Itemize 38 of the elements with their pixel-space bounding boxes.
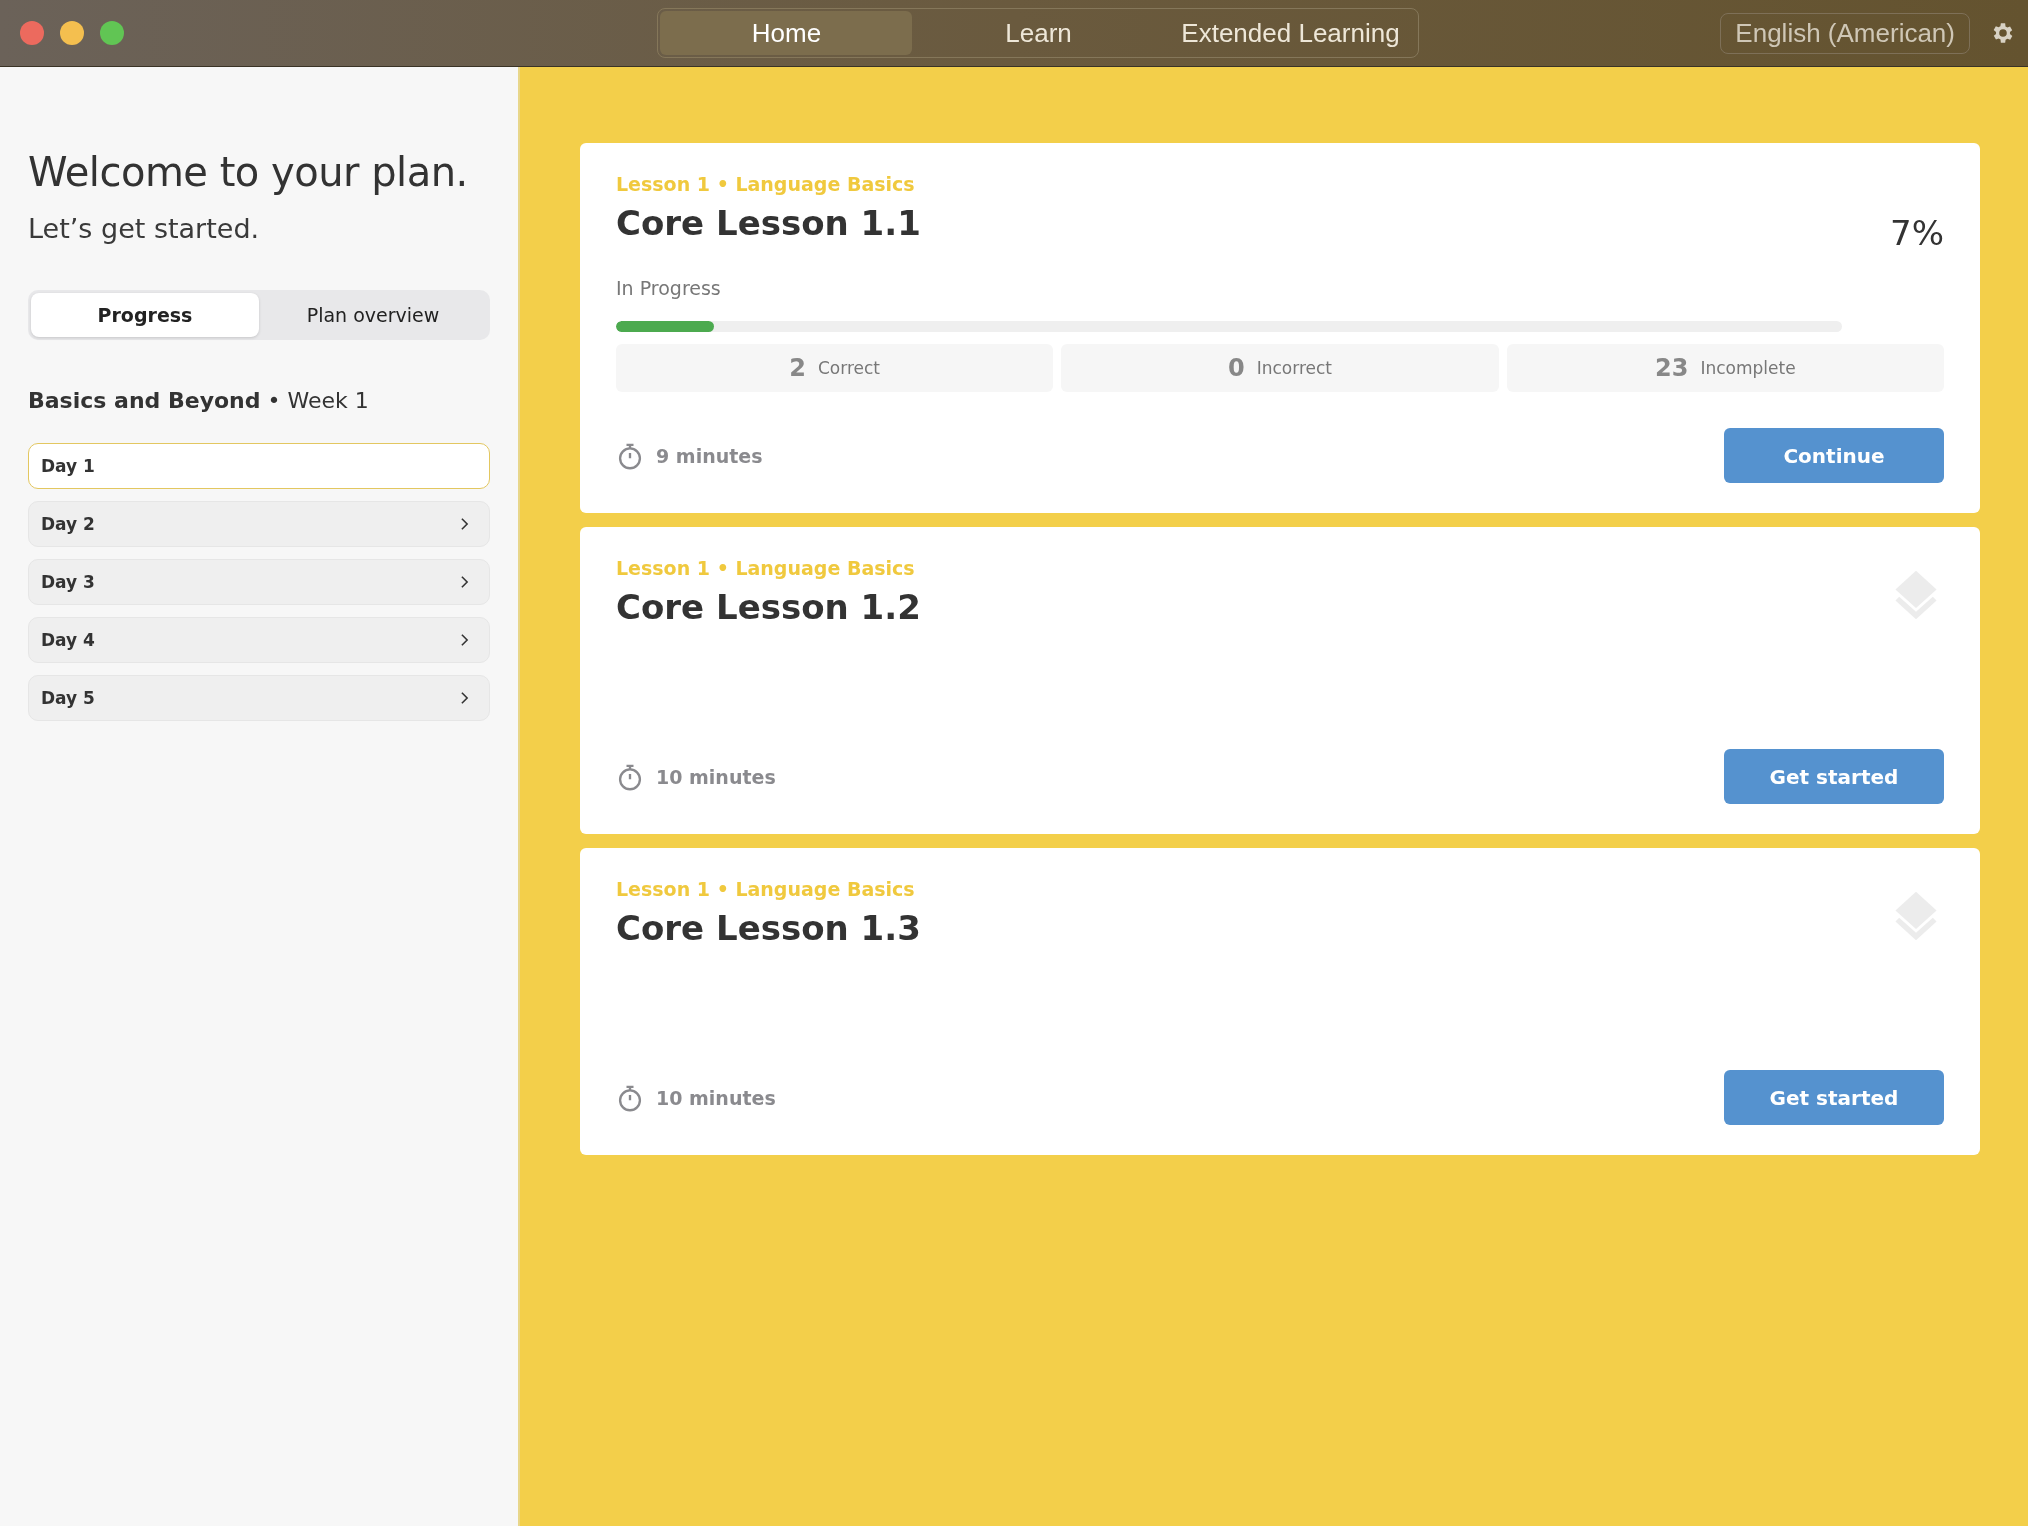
nav-tab[interactable]: Extended Learning (1164, 11, 1416, 55)
welcome-subtitle: Let’s get started. (28, 213, 261, 244)
chevron-right-icon (460, 691, 469, 705)
nav-tab[interactable]: Learn (912, 11, 1164, 55)
plan-heading: Basics and Beyond • Week 1 (28, 388, 370, 413)
day-item[interactable]: Day 2 (28, 501, 490, 547)
day-item[interactable]: Day 4 (28, 617, 490, 663)
minimize-button[interactable] (60, 21, 84, 45)
percent-complete: 7% (1890, 213, 1944, 253)
segment-tab[interactable]: Progress (31, 293, 259, 337)
lesson-label: Lesson 1 • Language Basics (616, 557, 916, 579)
lesson-title: Core Lesson 1.2 (616, 587, 921, 627)
chevron-right-icon (460, 575, 469, 589)
duration-label: 10 minutes (656, 765, 776, 788)
lesson-title: Core Lesson 1.3 (616, 908, 921, 948)
segment-tab[interactable]: Plan overview (259, 293, 487, 337)
lesson-label: Lesson 1 • Language Basics (616, 878, 916, 900)
stopwatch-icon (616, 762, 644, 791)
day-item[interactable]: Day 5 (28, 675, 490, 721)
day-item[interactable]: Day 3 (28, 559, 490, 605)
duration-label: 10 minutes (656, 1086, 776, 1109)
nav-tab[interactable]: Home (660, 11, 912, 55)
stat-cell: 23 Incomplete (1506, 344, 1944, 392)
stat-cell: 2 Correct (616, 344, 1054, 392)
welcome-title: Welcome to your plan. (28, 149, 469, 195)
status-label: In Progress (616, 277, 722, 299)
stat-cell: 0 Incorrect (1061, 344, 1499, 392)
day-item[interactable]: Day 1 (28, 443, 490, 489)
duration-label: 9 minutes (656, 444, 763, 467)
language-button[interactable]: English (American) (1720, 12, 1970, 54)
stopwatch-icon (616, 1083, 644, 1112)
close-button[interactable] (20, 21, 44, 45)
lesson-title: Core Lesson 1.1 (616, 203, 921, 243)
lesson-label: Lesson 1 • Language Basics (616, 173, 916, 195)
chevron-right-icon (460, 517, 469, 531)
chevron-right-icon (460, 633, 469, 647)
stopwatch-icon (616, 441, 644, 470)
zoom-button[interactable] (100, 21, 124, 45)
